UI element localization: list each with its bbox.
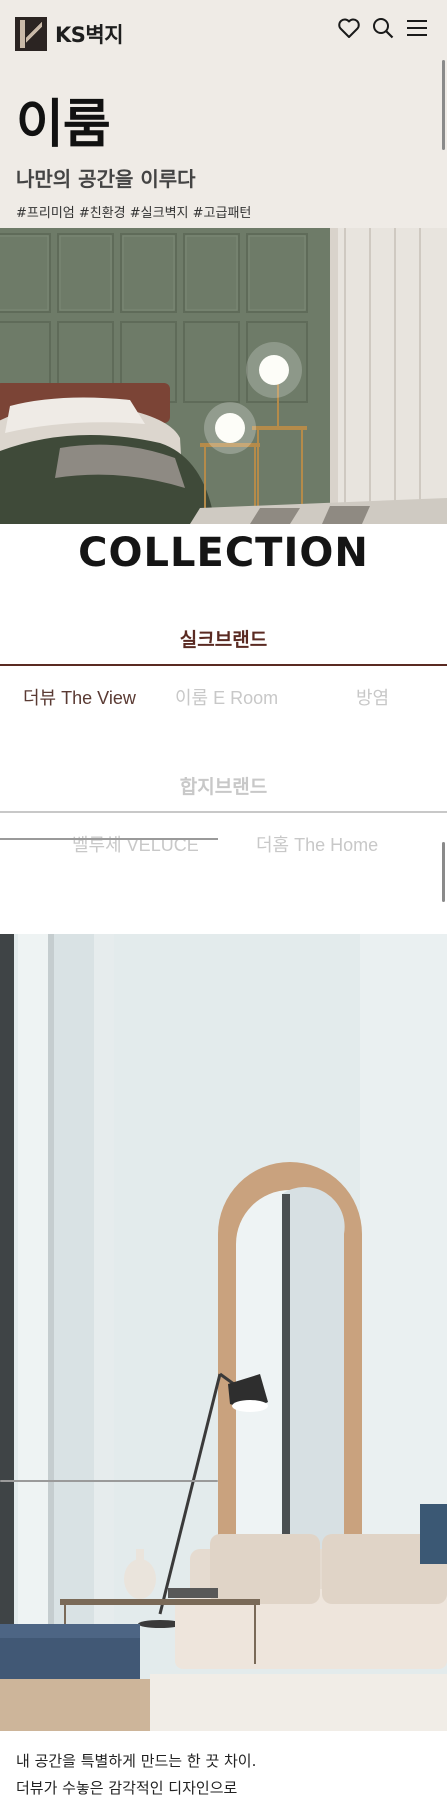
heart-icon[interactable] — [337, 16, 361, 40]
description-line-1: 내 공간을 특별하게 만드는 한 끗 차이. — [16, 1752, 257, 1770]
tab-indicator-line — [0, 838, 218, 840]
logo-mark-icon — [15, 17, 47, 51]
tab-veluce[interactable]: 벨루체 VELUCE — [72, 831, 199, 857]
brand-divider — [0, 811, 447, 813]
hero-bedroom-image — [0, 228, 447, 524]
description-line-2: 더뷰가 수놓은 감각적인 디자인으로 — [16, 1779, 238, 1797]
logo-text: KS벽지 — [55, 23, 124, 47]
menu-icon[interactable] — [405, 16, 429, 40]
page-title: 이룸 — [16, 95, 111, 155]
header-icons — [337, 16, 429, 40]
hero-header: KS벽지 이룸 나만의 공간을 이루다 #프리미엄 #친환경 #실크벽지 #고급… — [0, 0, 447, 228]
scrollbar-thumb[interactable] — [442, 60, 445, 150]
brand-divider-active — [0, 664, 447, 666]
hero-subtitle: 나만의 공간을 이루다 — [16, 167, 196, 191]
search-icon[interactable] — [371, 16, 395, 40]
living-room-image — [0, 934, 447, 1731]
tab-e-room[interactable]: 이룸 E Room — [175, 684, 278, 710]
scrollbar-thumb-2[interactable] — [442, 842, 445, 902]
silk-brand-tabs: 더뷰 The View 이룸 E Room 방염 — [0, 684, 447, 712]
paper-brand-tabs: 벨루체 VELUCE 더홈 The Home — [0, 831, 447, 859]
tab-the-view[interactable]: 더뷰 The View — [23, 684, 136, 710]
logo[interactable]: KS벽지 — [15, 17, 124, 51]
hero-tags: #프리미엄 #친환경 #실크벽지 #고급패턴 — [16, 206, 252, 221]
tab-paper-brand[interactable]: 합지브랜드 — [0, 772, 447, 799]
collection-title: COLLECTION — [78, 530, 369, 576]
tab-the-home[interactable]: 더홈 The Home — [256, 831, 378, 857]
image-slider-indicator — [0, 1480, 218, 1482]
tab-flame-retardant[interactable]: 방염 — [356, 684, 389, 710]
collection-description: 내 공간을 특별하게 만드는 한 끗 차이. 더뷰가 수놓은 감각적인 디자인으… — [16, 1748, 256, 1802]
tab-silk-brand[interactable]: 실크브랜드 — [0, 625, 447, 652]
